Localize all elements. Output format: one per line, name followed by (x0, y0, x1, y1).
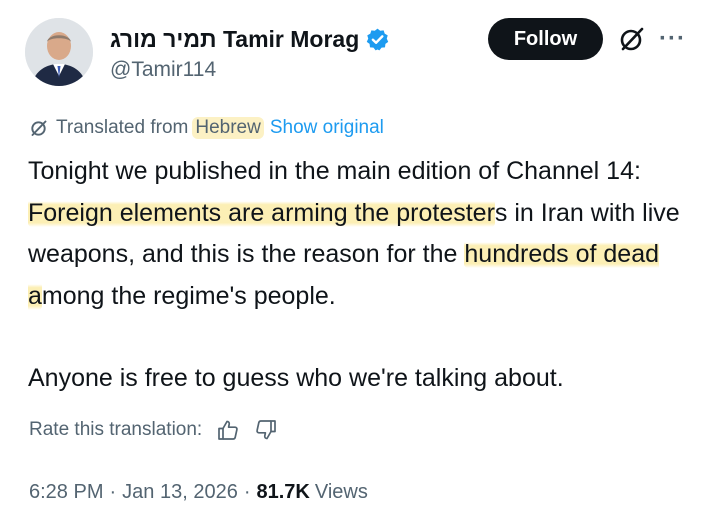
meta-separator: · (243, 480, 251, 503)
views-count: 81.7K (256, 480, 310, 503)
tweet-text-segment: Tonight we published in the main edition… (28, 157, 641, 185)
avatar-portrait (25, 18, 93, 86)
tweet-text: Tonight we published in the main edition… (28, 151, 708, 400)
rate-translation-label: Rate this translation: (29, 419, 203, 440)
author-handle[interactable]: @Tamir114 (110, 58, 216, 82)
verified-badge-icon (365, 27, 390, 52)
grok-icon[interactable] (617, 24, 647, 54)
translated-from-label: Translated from (56, 117, 189, 138)
highlighted-phrase: Foreign elements are arming the proteste… (28, 198, 495, 227)
more-options-icon[interactable]: ··· (659, 24, 691, 54)
translate-icon (31, 120, 47, 136)
tweet-date[interactable]: Jan 13, 2026 (122, 481, 238, 504)
source-language: Hebrew (192, 117, 264, 139)
rate-translation-row: Rate this translation: (29, 415, 278, 445)
follow-button[interactable]: Follow (488, 18, 603, 60)
tweet-time[interactable]: 6:28 PM (29, 481, 103, 504)
tweet-text-segment: mong the regime's people. (41, 281, 336, 310)
thumbs-down-icon[interactable] (254, 418, 278, 442)
show-original-link[interactable]: Show original (270, 117, 384, 139)
tweet-paragraph-2: Anyone is free to guess who we're talkin… (28, 364, 564, 392)
thumbs-up-icon[interactable] (216, 418, 240, 442)
author-display-name[interactable]: תמיר מורג Tamir Morag (110, 26, 359, 53)
meta-separator: · (109, 480, 117, 503)
tweet-meta: 6:28 PM · Jan 13, 2026 · 81.7K Views (29, 477, 368, 507)
avatar[interactable] (25, 18, 93, 86)
tweet-paragraph-1: Tonight we published in the main edition… (28, 151, 708, 317)
author-name-row[interactable]: תמיר מורג Tamir Morag (110, 21, 390, 57)
views-label: Views (314, 480, 368, 503)
translation-notice: Translated from Hebrew Show original (29, 114, 384, 142)
